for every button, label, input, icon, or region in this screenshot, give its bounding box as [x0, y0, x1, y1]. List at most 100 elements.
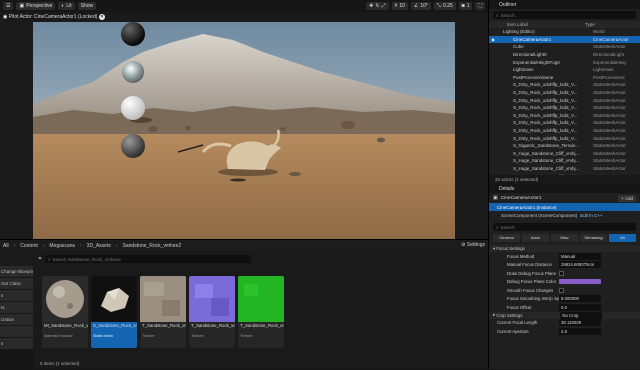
outliner-row[interactable]: ◉ CineCameraActor1 CineCameraActor: [489, 35, 640, 44]
instance-label: CineCameraActor1 (Instance): [497, 204, 557, 210]
details-search-placeholder: Search: [500, 224, 515, 230]
current-aperture-value[interactable]: 2.8: [559, 327, 601, 335]
side-panel-item[interactable]: s: [0, 338, 33, 349]
detail-row: Smooth Focus Changes: [489, 286, 640, 295]
details-tab[interactable]: General: [493, 234, 520, 242]
transform-tools[interactable]: ✥ ↻ ⤢: [366, 2, 389, 10]
asset-tile[interactable]: T_Sandstone_Rock_vmhee2_2K_D Texture: [140, 276, 186, 348]
outliner-row[interactable]: S_Dirty_Rock_xdxhffp_lod3_V... StaticMesh…: [489, 89, 640, 97]
scale-snap-button[interactable]: ⤡ 0.25: [433, 2, 456, 10]
chevron-down-icon: ▾: [493, 245, 496, 251]
content-search-input[interactable]: ⌕ Search Sandstone_Rock_vmhee2: [45, 255, 252, 263]
outliner-row[interactable]: S_Dirty_Rock_xdxhffp_lod3_V... StaticMesh…: [489, 134, 640, 142]
maximize-button[interactable]: ⛶: [475, 2, 485, 10]
breadcrumb-item[interactable]: Sandstone_Rock_vmhee2: [123, 243, 182, 249]
lit-button[interactable]: ◐ Lit: [58, 2, 75, 10]
level-viewport[interactable]: ☰ ▣ Perspective ◐ Lit Show ✥ ↻ ⤢ #10 ∠ 10° ⤡ 0…: [0, 0, 488, 239]
outliner-row[interactable]: S_Dirty_Rock_xdxhffp_lod3_V... StaticMesh…: [489, 127, 640, 135]
breadcrumb-item[interactable]: Content: [20, 243, 38, 249]
detail-number-field[interactable]: 8.000000: [559, 295, 601, 303]
column-type[interactable]: Type: [585, 22, 595, 27]
outliner-search-input[interactable]: ⌕ Search...: [493, 11, 636, 19]
eject-pilot-icon[interactable]: ◉: [3, 14, 7, 20]
outliner-row[interactable]: S_Dirty_Rock_xdxhffp_lod3_V... StaticMesh…: [489, 104, 640, 112]
outliner-column-header: Item Label Type: [489, 21, 640, 28]
details-title: Details: [499, 185, 515, 192]
show-button[interactable]: Show: [77, 2, 97, 10]
column-item-label[interactable]: Item Label: [489, 22, 585, 27]
outliner-row-type: StaticMeshActor: [593, 158, 626, 164]
detail-checkbox[interactable]: [559, 287, 564, 293]
actor-count: 32 actors (1 selected): [495, 177, 539, 182]
asset-tile[interactable]: T_Sandstone_Rock_vmhee2_2K_Dp8 Texture: [238, 276, 284, 348]
details-tab[interactable]: Streaming: [580, 234, 607, 242]
crop-value[interactable]: No Crop: [560, 311, 603, 319]
instance-row[interactable]: CineCameraActor1 (Instance): [489, 203, 640, 211]
filter-icon[interactable]: ⏷: [38, 256, 42, 262]
outliner-row-type: StaticMeshActor: [593, 82, 626, 88]
asset-tile[interactable]: MI_Sandstone_Rock_vmhee2_2K Material Inst…: [42, 276, 88, 348]
outliner-row[interactable]: Lighting (Editor) World: [489, 28, 640, 36]
detail-dropdown[interactable]: Manual: [559, 252, 601, 260]
outliner-row[interactable]: S_Dirty_Rock_xdxhffp_lod3_V... StaticMesh…: [489, 81, 640, 89]
desert-scene-image: [33, 22, 455, 239]
detail-number-field[interactable]: 29824.609375cm: [559, 261, 601, 269]
asset-tile[interactable]: T_Sandstone_Rock_vmhee2_2K_N Texture: [189, 276, 235, 348]
outliner-row[interactable]: S_Huge_Sandstone_Cliff_vmhj... StaticMesh…: [489, 150, 640, 158]
outliner-row[interactable]: S_Dirty_Rock_xdxhffp_lod3_V... StaticMesh…: [489, 119, 640, 127]
outliner-row-label: S_Dirty_Rock_xdxhffp_lod3_V...: [513, 90, 578, 96]
outliner-row[interactable]: Cube StaticMeshActor: [489, 43, 640, 51]
asset-tile[interactable]: S_Sandstone_Rock_vmhee2_lod3_Var1 Static …: [91, 276, 137, 348]
side-panel-item[interactable]: Get Class: [0, 278, 33, 289]
visibility-eye-icon[interactable]: ◉: [489, 37, 497, 42]
content-settings-button[interactable]: ⚙ Settings: [461, 242, 485, 248]
details-tab[interactable]: Misc: [551, 234, 578, 242]
details-search-input[interactable]: ⌕ Search: [493, 223, 636, 231]
breadcrumb-item[interactable]: Megascans: [49, 243, 75, 249]
asset-thumbnail: [238, 276, 284, 322]
focus-settings-header[interactable]: ▾ Focus Settings: [489, 245, 640, 252]
detail-checkbox[interactable]: [559, 270, 564, 276]
asset-name: S_Sandstone_Rock_vmhee2_lod3_Var1: [93, 323, 137, 328]
detail-color-swatch[interactable]: [559, 279, 601, 285]
actor-name-field[interactable]: CineCameraActor1: [501, 196, 616, 201]
angle-snap-button[interactable]: ∠ 10°: [410, 2, 431, 10]
add-component-button[interactable]: + Add: [618, 194, 636, 202]
outliner-row[interactable]: S_Gigantic_Sandstone_Terrain... StaticMes…: [489, 142, 640, 150]
scene-component-row[interactable]: SceneComponent (SceneComponent) Edit in …: [489, 211, 640, 219]
current-focal-value[interactable]: 38.119029: [559, 319, 601, 327]
details-tab[interactable]: All: [609, 234, 636, 242]
outliner-row[interactable]: S_Huge_Sandstone_Cliff_vmhj... StaticMesh…: [489, 165, 640, 173]
viewport-menu-button[interactable]: ☰: [3, 2, 14, 10]
side-panel-item[interactable]: ization: [0, 314, 33, 325]
side-panel-item[interactable]: [0, 326, 33, 337]
outliner-row[interactable]: Lightmass Lightmass: [489, 66, 640, 74]
outliner-row[interactable]: S_Huge_Sandstone_Cliff_vmhj... StaticMesh…: [489, 157, 640, 165]
breadcrumb-item[interactable]: 3D_Assets: [87, 243, 111, 249]
side-panel-item[interactable]: Change Blueprint: [0, 266, 33, 277]
asset-thumbnail: [140, 276, 186, 322]
breadcrumb-item[interactable]: All: [3, 243, 9, 249]
perspective-button[interactable]: ▣ Perspective: [16, 2, 56, 10]
rotate-icon: ↻: [375, 3, 380, 9]
close-pilot-icon[interactable]: ✕: [98, 14, 106, 20]
outliner-title: Outliner: [499, 1, 517, 8]
camera-speed-button[interactable]: ◙ 1: [458, 2, 473, 10]
edit-cpp-link[interactable]: Edit in C++: [580, 213, 602, 218]
side-panel-item[interactable]: s: [0, 290, 33, 301]
details-tab[interactable]: Actor: [522, 234, 549, 242]
show-label: Show: [80, 3, 94, 9]
asset-thumbnail: [189, 276, 235, 322]
crop-settings-row[interactable]: ▸ Crop Settings No Crop: [489, 311, 640, 319]
settings-label: Settings: [466, 242, 485, 248]
outliner-row[interactable]: DirectionalLight0 DirectionalLight: [489, 51, 640, 59]
detail-number-field[interactable]: 0.0: [559, 303, 601, 311]
outliner-row[interactable]: S_Dirty_Rock_xdxhffp_lod3_V... StaticMesh…: [489, 112, 640, 120]
outliner-row[interactable]: ExponentialHeightFog0 ExponentialHeig: [489, 58, 640, 66]
outliner-row[interactable]: PostProcessVolume PostProcessVol: [489, 74, 640, 82]
search-icon: ⌕: [496, 224, 499, 230]
grid-snap-button[interactable]: #10: [391, 2, 408, 10]
side-panel-item[interactable]: ts: [0, 302, 33, 313]
outliner-row[interactable]: S_Dirty_Rock_xdxhffp_lod3_V... StaticMesh…: [489, 96, 640, 104]
scene-render[interactable]: [33, 22, 455, 239]
